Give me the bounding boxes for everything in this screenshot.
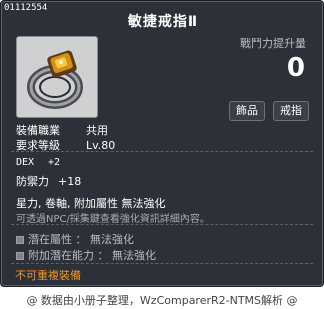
combat-power-value: 0 bbox=[286, 53, 305, 83]
square-bullet-icon bbox=[16, 236, 24, 244]
item-name: 敏捷戒指Ⅱ bbox=[127, 14, 199, 30]
footer-credit: @ 数据由小册子整理，WzComparerR2-NTMS解析 @ bbox=[26, 294, 298, 307]
divider bbox=[11, 151, 313, 152]
category-tag-accessory: 飾品 bbox=[229, 101, 265, 121]
ring-icon bbox=[27, 50, 83, 109]
potential-row: 潛在屬性 ： 無法強化 bbox=[16, 231, 134, 247]
divider bbox=[11, 224, 313, 225]
square-bullet-icon bbox=[16, 252, 24, 260]
additional-potential-row: 附加潛在能力 ： 無法強化 bbox=[16, 247, 156, 263]
job-value: 共用 bbox=[86, 124, 108, 137]
item-icon-frame bbox=[16, 36, 98, 118]
item-tooltip: 01112554 敏捷戒指Ⅱ 戰鬥力提升量 0 飾品 戒指 裝備職業 共用 要求等… bbox=[0, 0, 324, 287]
enhancement-attributes: 星力, 卷軸, 附加屬性 無法強化 bbox=[16, 197, 166, 210]
divider bbox=[11, 263, 313, 264]
dex-row: DEX +2 bbox=[16, 157, 60, 168]
job-row: 裝備職業 共用 bbox=[16, 122, 108, 138]
potential-label: 潛在屬性 ： 無法強化 bbox=[28, 233, 134, 246]
unique-equip-notice: 不可重複裝備 bbox=[15, 269, 81, 282]
dex-value: +2 bbox=[48, 157, 61, 168]
job-label: 裝備職業 bbox=[16, 124, 60, 137]
defense-label: 防禦力 bbox=[16, 175, 49, 188]
category-tag-ring: 戒指 bbox=[273, 101, 309, 121]
defense-row: 防禦力 +18 bbox=[16, 173, 81, 189]
additional-potential-label: 附加潛在能力 ： 無法強化 bbox=[28, 249, 156, 262]
defense-value: +18 bbox=[58, 175, 82, 188]
enhancement-note: 可透過NPC/採集鍵查看強化資訊詳細內容。 bbox=[16, 214, 210, 225]
combat-power-label: 戰鬥力提升量 bbox=[240, 37, 306, 50]
dex-label: DEX bbox=[16, 157, 35, 168]
